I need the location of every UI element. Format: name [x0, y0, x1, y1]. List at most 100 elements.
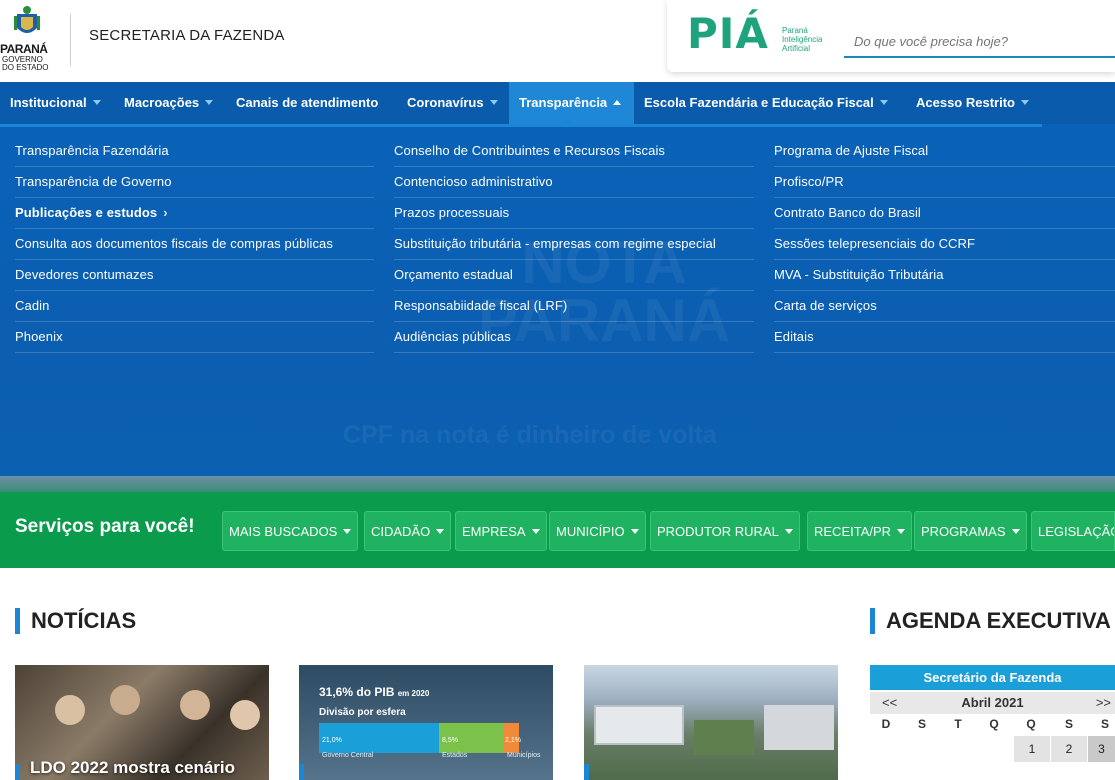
calendar-month: Abril 2021: [961, 695, 1024, 710]
chevron-down-icon: [1020, 100, 1029, 105]
photo-person: [230, 700, 260, 730]
services-button-receita[interactable]: RECEITA/PR: [807, 511, 913, 551]
news-card-pib[interactable]: 31,6% do PIB em 2020 Divisão por esfera …: [299, 665, 553, 780]
chevron-down-icon: [436, 529, 445, 534]
card-accent: [299, 764, 304, 780]
pia-search-panel: PIÁ Paraná Inteligência Artificial: [667, 0, 1115, 72]
calendar-weekday: S: [1100, 717, 1109, 731]
chevron-down-icon: [343, 529, 352, 534]
calendar-day-selected[interactable]: 3: [1088, 736, 1115, 762]
menu-item[interactable]: Transparência Fazendária: [15, 136, 374, 167]
services-button-cidadao[interactable]: CIDADÃO: [364, 511, 452, 551]
menu-item[interactable]: Editais: [774, 322, 1115, 353]
pib-label: Estados: [442, 752, 468, 759]
logo-wordmark: PARANÁ: [0, 42, 48, 56]
chevron-down-icon: [879, 100, 888, 105]
chevron-right-icon: ›: [163, 205, 168, 220]
photo-building: [764, 705, 834, 750]
agenda-owner: Secretário da Fazenda: [870, 665, 1115, 690]
services-button-mais-buscados[interactable]: MAIS BUSCADOS: [222, 511, 359, 551]
menu-item[interactable]: Cadin: [15, 291, 374, 322]
main-nav: Institucional Macroações Canais de atend…: [0, 82, 1115, 124]
menu-item[interactable]: Prazos processuais: [394, 198, 754, 229]
search-input[interactable]: [844, 26, 1115, 58]
news-card[interactable]: [584, 665, 838, 780]
site-title[interactable]: SECRETARIA DA FAZENDA: [89, 27, 285, 44]
nav-item-institucional[interactable]: Institucional: [10, 82, 101, 124]
news-card-caption: LDO 2022 mostra cenário: [30, 758, 236, 777]
chevron-down-icon: [897, 529, 906, 534]
menu-item[interactable]: Consulta aos documentos fiscais de compr…: [15, 229, 374, 260]
nav-item-escola-fazendaria[interactable]: Escola Fazendária e Educação Fiscal: [644, 82, 888, 124]
parana-logo[interactable]: PARANÁ GOVERNO DO ESTADO: [0, 6, 55, 72]
menu-item[interactable]: Carta de serviços: [774, 291, 1115, 322]
calendar-weekday: D: [881, 717, 891, 731]
calendar-weekday: Q: [989, 717, 999, 731]
menu-item[interactable]: Devedores contumazes: [15, 260, 374, 291]
calendar-day[interactable]: 1: [1014, 736, 1050, 762]
menu-item[interactable]: Conselho de Contribuintes e Recursos Fis…: [394, 136, 754, 167]
card-accent: [15, 764, 20, 780]
chevron-down-icon: [205, 100, 214, 105]
calendar-weekday: T: [954, 717, 962, 731]
logo-divider: [70, 14, 71, 66]
services-button-empresa[interactable]: EMPRESA: [455, 511, 547, 551]
chevron-down-icon: [630, 529, 639, 534]
chevron-down-icon: [1011, 529, 1020, 534]
menu-item[interactable]: Responsabiidade fiscal (LRF): [394, 291, 754, 322]
menu-item[interactable]: Sessões telepresenciais do CCRF: [774, 229, 1115, 260]
nav-item-canais[interactable]: Canais de atendimento: [236, 82, 378, 124]
nav-item-macroacoes[interactable]: Macroações: [124, 82, 214, 124]
menu-item[interactable]: Contencioso administrativo: [394, 167, 754, 198]
services-button-municipio[interactable]: MUNICÍPIO: [549, 511, 646, 551]
calendar-weekday: S: [917, 717, 926, 731]
menu-column-2: Conselho de Contribuintes e Recursos Fis…: [394, 136, 754, 353]
pib-title: 31,6% do PIB em 2020: [319, 685, 430, 699]
services-bar: Serviços para você! MAIS BUSCADOS CIDADÃ…: [0, 492, 1115, 568]
calendar-day[interactable]: 2: [1051, 736, 1087, 762]
photo-person: [110, 685, 140, 715]
menu-column-3: Programa de Ajuste Fiscal Profisco/PR Co…: [774, 136, 1115, 353]
menu-item[interactable]: MVA - Substituição Tributária: [774, 260, 1115, 291]
menu-item[interactable]: Orçamento estadual: [394, 260, 754, 291]
menu-accent-line: [0, 124, 1042, 127]
calendar-weekday: Q: [1026, 717, 1036, 731]
menu-item[interactable]: Phoenix: [15, 322, 374, 353]
services-button-legislacao[interactable]: LEGISLAÇÃO: [1031, 511, 1115, 551]
pib-label: Municípios: [507, 752, 541, 759]
chevron-down-icon: [92, 100, 101, 105]
services-button-programas[interactable]: PROGRAMAS: [914, 511, 1027, 551]
menu-pointer: [561, 118, 573, 124]
pib-subtitle: Divisão por esfera: [319, 707, 406, 718]
services-button-produtor-rural[interactable]: PRODUTOR RURAL: [650, 511, 800, 551]
news-section-title: NOTÍCIAS: [15, 608, 136, 634]
banner-watermark-text: CPF na nota é dinheiro de volta: [343, 421, 717, 449]
calendar-nav: Abril 2021 << >>: [870, 692, 1115, 714]
agenda-section-title: AGENDA EXECUTIVA: [870, 608, 1111, 634]
calendar-weekday: S: [1064, 717, 1073, 731]
news-card[interactable]: LDO 2022 mostra cenário: [15, 665, 269, 780]
chevron-down-icon: [784, 529, 793, 534]
photo-person: [180, 690, 210, 720]
menu-column-1: Transparência Fazendária Transparência d…: [15, 136, 374, 353]
pib-value: 8,5%: [442, 737, 458, 744]
menu-item[interactable]: Transparência de Governo: [15, 167, 374, 198]
pib-value: 2,1%: [505, 737, 521, 744]
logo-subtitle: GOVERNO DO ESTADO: [2, 55, 49, 72]
menu-item[interactable]: Contrato Banco do Brasil: [774, 198, 1115, 229]
nav-item-coronavirus[interactable]: Coronavírus: [407, 82, 498, 124]
menu-item[interactable]: Programa de Ajuste Fiscal: [774, 136, 1115, 167]
pib-label: Governo Central: [322, 752, 374, 759]
transparencia-mega-menu: NOTA PARANÁ CPF na nota é dinheiro de vol…: [0, 118, 1115, 476]
pia-logo[interactable]: PIÁ: [687, 12, 769, 56]
photo-trees: [694, 720, 754, 755]
calendar-next-button[interactable]: >>: [1096, 692, 1111, 714]
coat-of-arms-icon: [14, 6, 40, 33]
menu-item-publicacoes[interactable]: Publicações e estudos ›: [15, 198, 374, 229]
calendar-prev-button[interactable]: <<: [882, 692, 897, 714]
menu-item[interactable]: Profisco/PR: [774, 167, 1115, 198]
chevron-down-icon: [489, 100, 498, 105]
menu-item[interactable]: Audiências públicas: [394, 322, 754, 353]
nav-item-acesso-restrito[interactable]: Acesso Restrito: [916, 82, 1029, 124]
menu-item[interactable]: Substituição tributária - empresas com r…: [394, 229, 754, 260]
